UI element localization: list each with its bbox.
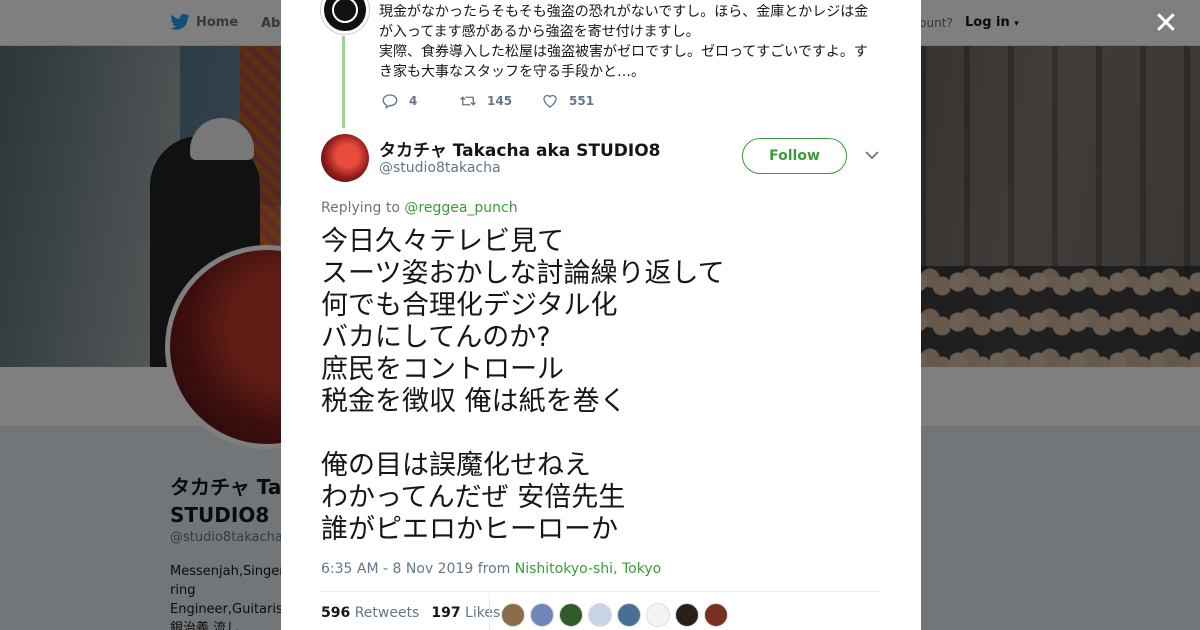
author-name[interactable]: タカチャ Takacha aka STUDIO8 xyxy=(379,136,661,161)
reply-icon xyxy=(382,94,398,110)
close-icon[interactable]: ✕ xyxy=(1152,9,1180,39)
retweets-total: 596 xyxy=(321,605,351,621)
replying-to-line: Replying to @reggea_punch xyxy=(321,200,518,216)
parent-tweet-text: 現金がなかったらそもそも強盗の恐れがないですし。ほら、金庫とかレジは金が入ってま… xyxy=(379,2,879,82)
tweet-line: 俺の目は誤魔化せねえ xyxy=(321,450,591,481)
author-avatar[interactable] xyxy=(321,134,369,182)
liker-avatar-2[interactable] xyxy=(530,603,554,627)
like-button[interactable]: 551 xyxy=(541,92,594,110)
liker-avatar-1[interactable] xyxy=(501,603,525,627)
liker-avatar-8[interactable] xyxy=(704,603,728,627)
tweet-stats: 596 Retweets 197 Likes xyxy=(321,605,500,621)
liker-avatars xyxy=(501,603,728,627)
heart-icon xyxy=(543,94,557,108)
tweet-line: わかってんだぜ 安倍先生 xyxy=(321,482,626,513)
liker-avatar-4[interactable] xyxy=(588,603,612,627)
liker-avatar-3[interactable] xyxy=(559,603,583,627)
tweet-line xyxy=(321,418,881,450)
author-handle[interactable]: @studio8takacha xyxy=(379,160,501,176)
tweet-line: 税金を徴収 俺は紙を巻く xyxy=(321,386,627,417)
from-label: from xyxy=(477,561,511,577)
reply-count: 4 xyxy=(409,94,418,108)
follow-button[interactable]: Follow xyxy=(742,138,847,174)
tweet-line: 今日久々テレビ見て xyxy=(321,226,564,257)
tweet-metadata: 6:35 AM - 8 Nov 2019 from Nishitokyo-shi… xyxy=(321,561,661,577)
retweets-stat[interactable]: 596 Retweets xyxy=(321,605,419,621)
liker-avatar-7[interactable] xyxy=(675,603,699,627)
chevron-down-icon[interactable] xyxy=(865,150,879,160)
tweet-line: 庶民をコントロール xyxy=(321,354,564,385)
likes-label: Likes xyxy=(465,605,501,621)
stats-separator xyxy=(489,594,490,630)
parent-tweet-paragraph: 実際、食券導入した松屋は強盗被害がゼロですし。ゼロってすごいですよ。すき家も大事… xyxy=(379,44,868,80)
likes-total: 197 xyxy=(431,605,461,621)
tweet-text: 今日久々テレビ見て スーツ姿おかしな討論繰り返して 何でも合理化デジタル化 バカ… xyxy=(321,226,881,546)
parent-tweet-avatar[interactable] xyxy=(321,0,369,34)
tweet-permalink-modal: 現金がなかったらそもそも強盗の恐れがないですし。ほら、金庫とかレジは金が入ってま… xyxy=(281,0,921,630)
parent-tweet-paragraph: 現金がなかったらそもそも強盗の恐れがないですし。ほら、金庫とかレジは金が入ってま… xyxy=(379,4,869,40)
replying-mention-link[interactable]: @reggea_punch xyxy=(404,200,517,216)
liker-avatar-5[interactable] xyxy=(617,603,641,627)
tweet-line: 何でも合理化デジタル化 xyxy=(321,290,618,321)
retweet-icon xyxy=(460,96,476,106)
stats-divider xyxy=(321,591,881,592)
reply-button[interactable]: 4 xyxy=(381,92,459,110)
replying-prefix: Replying to xyxy=(321,200,400,216)
tweet-line: バカにしてんのか? xyxy=(321,322,551,353)
thread-connector-line xyxy=(342,36,345,128)
tweet-timestamp[interactable]: 6:35 AM - 8 Nov 2019 xyxy=(321,561,473,577)
like-count: 551 xyxy=(569,94,595,108)
parent-tweet-actions: 4 145 551 xyxy=(381,92,594,110)
tweet-location-link[interactable]: Nishitokyo-shi, Tokyo xyxy=(515,561,661,577)
tweet-line: 誰がピエロかヒーローか xyxy=(321,514,618,545)
tweet-line: スーツ姿おかしな討論繰り返して xyxy=(321,258,725,289)
retweet-count: 145 xyxy=(487,94,513,108)
liker-avatar-6[interactable] xyxy=(646,603,670,627)
retweets-label: Retweets xyxy=(354,605,420,621)
retweet-button[interactable]: 145 xyxy=(459,92,541,110)
